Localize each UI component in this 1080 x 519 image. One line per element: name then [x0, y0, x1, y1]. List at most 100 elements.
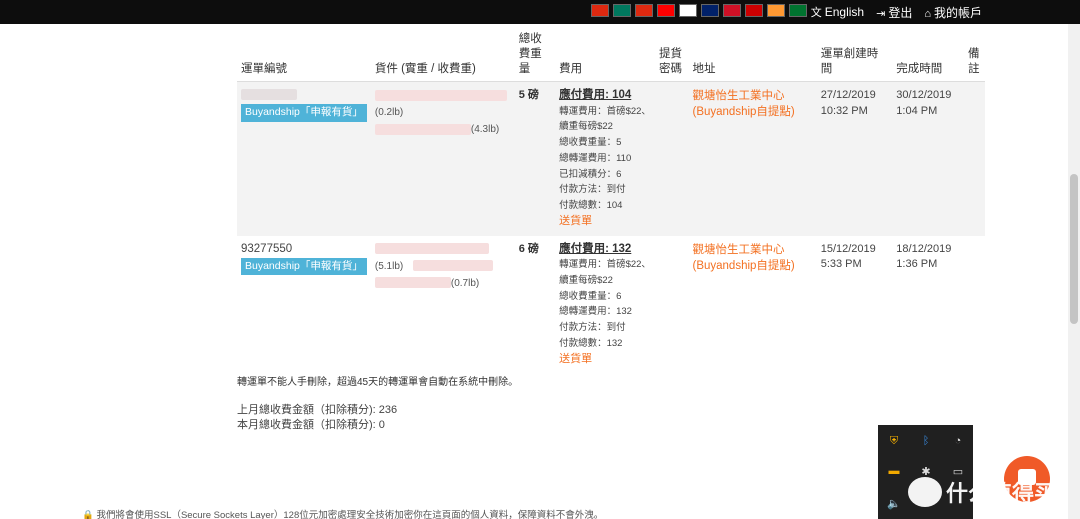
- completed-time: 1:36 PM: [896, 258, 938, 271]
- top-bar: 文 English ⇥ 登出 ⌂ 我的帳戶: [0, 0, 1080, 24]
- redacted-item-name: [374, 243, 489, 255]
- completed-cell: 18/12/2019 1:36 PM: [892, 236, 964, 374]
- charge-weight: 5 磅: [518, 89, 539, 101]
- fee-line: 續重每磅$22: [559, 274, 613, 286]
- delivery-note-link[interactable]: 送貨單: [559, 214, 651, 230]
- goods-item: (4.3lb): [374, 122, 511, 139]
- fee-line: 總轉運費用：110: [559, 152, 632, 164]
- waybill-cell: 93277550 Buyandship「申報有貨」: [237, 236, 371, 374]
- japan-flag[interactable]: [679, 4, 697, 17]
- deletion-note: 轉運單不能人手刪除，超過45天的轉運單會自動在系統中刪除。: [237, 377, 519, 388]
- header-created: 運單創建時間: [816, 30, 893, 82]
- shield-icon[interactable]: ⛨: [886, 433, 902, 449]
- fee-cell: 應付費用: 104 轉運費用：首磅$22、 續重每磅$22 總收費重量：5 總轉…: [555, 82, 655, 236]
- created-date: 27/12/2019: [820, 89, 876, 101]
- language-label: English: [824, 5, 865, 19]
- goods-item-weight: (0.7lb): [450, 277, 480, 289]
- logout-link[interactable]: ⇥ 登出: [876, 4, 912, 21]
- redacted-item-name: [374, 123, 471, 135]
- address-cell: 觀塘怡生工業中心 (Buyandship自提點): [689, 82, 817, 236]
- last-month-total: 上月總收費金額（扣除積分): 236: [237, 404, 398, 416]
- ssl-notice: 🔒 我們將會使用SSL（Secure Sockets Layer）128位元加密…: [82, 507, 603, 519]
- bluetooth-icon[interactable]: ᛒ: [918, 433, 934, 449]
- goods-cell: (5.1lb) (0.7lb): [371, 236, 515, 374]
- header-fee: 費用: [555, 30, 655, 82]
- header-waybill: 運單編號: [237, 30, 371, 82]
- hong-kong-flag[interactable]: [591, 4, 609, 17]
- australia-flag[interactable]: [701, 4, 719, 17]
- top-nav: 文 English ⇥ 登出 ⌂ 我的帳戶: [811, 4, 982, 21]
- created-time: 5:33 PM: [820, 258, 862, 271]
- china-flag[interactable]: [635, 4, 653, 17]
- redacted-item-name: [374, 89, 507, 101]
- header-completed: 完成時間: [892, 30, 965, 82]
- address-line: 觀塘怡生工業中心: [692, 90, 785, 102]
- folder-icon[interactable]: ▬: [886, 463, 902, 479]
- this-month-total: 本月總收費金額（扣除積分): 0: [237, 419, 385, 431]
- ssl-notice-text: 我們將會使用SSL（Secure Sockets Layer）128位元加密處理…: [96, 510, 604, 519]
- goods-item: [374, 88, 511, 105]
- remarks-cell: [964, 236, 985, 374]
- pickup-code-cell: [655, 236, 689, 374]
- goods-cell: (0.2lb) (4.3lb): [371, 82, 515, 236]
- billing-summary: 上月總收費金額（扣除積分): 236 本月總收費金額（扣除積分): 0: [237, 403, 397, 433]
- page-scrollbar[interactable]: [1068, 24, 1080, 519]
- taiwan-flag[interactable]: [657, 4, 675, 17]
- scrollbar-thumb[interactable]: [1070, 174, 1078, 324]
- goods-item-weight: (0.2lb): [374, 107, 404, 118]
- goods-item: (0.7lb): [374, 276, 511, 293]
- fee-line: 總轉運費用：132: [559, 306, 632, 318]
- address-cell: 觀塘怡生工業中心 (Buyandship自提點): [689, 236, 817, 374]
- delivery-note-link[interactable]: 送貨單: [559, 352, 651, 368]
- fee-line: 轉運費用：首磅$22、: [559, 259, 651, 271]
- logout-icon: ⇥: [876, 8, 886, 20]
- address-line: (Buyandship自提點): [692, 259, 795, 272]
- remarks-cell: [964, 82, 985, 236]
- goods-item-weight: (5.1lb): [374, 260, 404, 272]
- indonesia-flag[interactable]: [723, 4, 741, 17]
- created-date: 15/12/2019: [820, 242, 876, 255]
- india-flag[interactable]: [767, 4, 785, 17]
- redacted-waybill: [241, 89, 297, 101]
- fee-line: 付款方法：到付: [559, 184, 626, 196]
- goods-item: (5.1lb): [375, 259, 511, 276]
- region-flags: [591, 4, 807, 17]
- fee-line: 付款方法：到付: [559, 322, 626, 334]
- charge-weight: 6 磅: [518, 242, 539, 255]
- address-line: (Buyandship自提點): [692, 106, 795, 118]
- account-link[interactable]: ⌂ 我的帳戶: [924, 4, 982, 21]
- home-icon: ⌂: [924, 8, 931, 20]
- watermark: 什么值得买: [908, 476, 1056, 508]
- logout-label: 登出: [888, 6, 913, 20]
- volume-icon[interactable]: 🔈: [886, 495, 902, 511]
- language-link[interactable]: 文 English: [811, 4, 864, 21]
- header-remarks: 備註: [964, 30, 985, 82]
- wifi-icon[interactable]: ◔: [950, 433, 966, 449]
- redacted-item-name: [374, 277, 451, 289]
- macau-flag[interactable]: [613, 4, 631, 17]
- fee-cell: 應付費用: 132 轉運費用：首磅$22、 續重每磅$22 總收費重量：6 總轉…: [555, 236, 655, 374]
- pickup-code-cell: [655, 82, 689, 236]
- malaysia-flag[interactable]: [745, 4, 763, 17]
- language-icon: 文: [810, 7, 822, 19]
- table-row: Buyandship「申報有貨」 (0.2lb) (4.3lb) 5 磅 應付費…: [237, 81, 985, 236]
- fee-total: 應付費用: 104: [559, 89, 632, 101]
- table-header-row: 運單編號 貨件 (實重 / 收費重) 總收費重量 費用 提貨密碼 地址 運單創建…: [237, 30, 985, 82]
- created-cell: 15/12/2019 5:33 PM: [817, 236, 893, 374]
- waybill-number[interactable]: [241, 88, 367, 102]
- waybill-table: 運單編號 貨件 (實重 / 收費重) 總收費重量 費用 提貨密碼 地址 運單創建…: [237, 30, 985, 373]
- completed-date: 18/12/2019: [896, 242, 952, 255]
- uae-flag[interactable]: [789, 4, 807, 17]
- table-row: 93277550 Buyandship「申報有貨」 (5.1lb) (0.7lb…: [237, 236, 985, 374]
- fee-line: 已扣減積分：6: [559, 168, 622, 180]
- fee-line: 轉運費用：首磅$22、: [559, 105, 651, 117]
- waybill-number[interactable]: 93277550: [241, 242, 367, 256]
- fee-line: 續重每磅$22: [559, 121, 613, 133]
- header-goods: 貨件 (實重 / 收費重): [370, 30, 515, 82]
- created-time: 10:32 PM: [820, 104, 868, 117]
- declared-goods-tag: Buyandship「申報有貨」: [241, 257, 367, 276]
- fee-line: 付款總數：104: [559, 200, 623, 212]
- account-label: 我的帳戶: [933, 6, 982, 20]
- address-line: 觀塘怡生工業中心: [692, 243, 785, 256]
- redacted-item-name: [413, 260, 494, 272]
